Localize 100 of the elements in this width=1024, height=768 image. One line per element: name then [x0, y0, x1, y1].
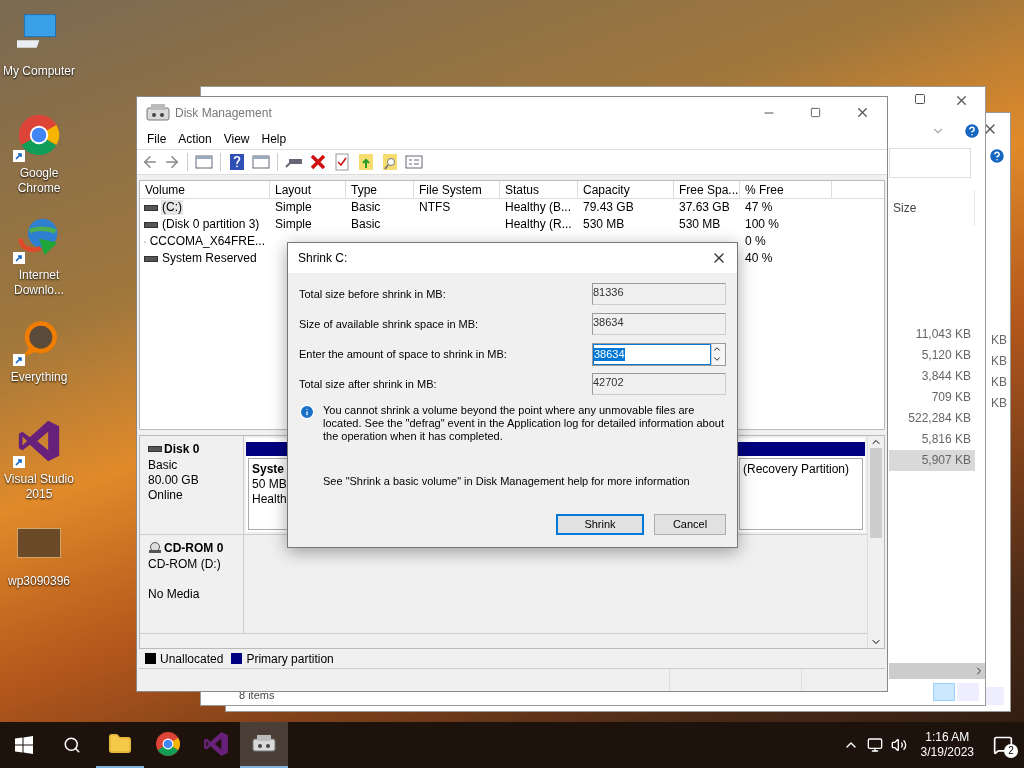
column-header[interactable]: Volume — [140, 181, 270, 198]
folder-search-icon[interactable] — [380, 153, 400, 171]
desktop-icon-label[interactable]: Google Chrome — [0, 166, 78, 196]
desktop-icon-label[interactable]: wp3090396 — [7, 574, 71, 589]
disk-drive-icon — [148, 446, 162, 452]
file-size: KB — [991, 395, 1007, 412]
menu-item[interactable]: View — [217, 129, 256, 148]
file-size: 5,907 KB — [889, 450, 975, 471]
start-icon[interactable] — [15, 736, 33, 754]
partition-block[interactable]: (Recovery Partition) — [739, 458, 863, 530]
field-label: Total size after shrink in MB: — [299, 376, 437, 392]
delete-icon[interactable] — [308, 153, 328, 171]
file-size: 709 KB — [930, 389, 972, 406]
table-cell: Simple — [274, 200, 313, 215]
menu-item[interactable]: Help — [255, 129, 293, 148]
help-icon[interactable] — [227, 153, 247, 171]
chrome-icon — [17, 113, 61, 157]
legend-label: Unallocated — [160, 650, 224, 668]
file-size: KB — [991, 353, 1007, 370]
help-icon[interactable] — [963, 122, 981, 140]
close-icon[interactable] — [855, 105, 870, 120]
photo-placeholder — [17, 528, 61, 558]
network-icon[interactable] — [866, 737, 883, 753]
notification-count: 2 — [1004, 744, 1018, 758]
legend-label: Primary partition — [246, 650, 334, 668]
volume-icon[interactable] — [890, 737, 907, 753]
partition-name: Syste — [252, 462, 286, 477]
back-icon[interactable] — [141, 153, 159, 171]
forward-icon[interactable] — [163, 153, 181, 171]
table-cell: 530 MB — [582, 217, 626, 232]
table-cell: Healthy (B... — [504, 200, 573, 215]
disk-drive-icon[interactable] — [251, 733, 277, 755]
disk-status: No Media — [148, 587, 201, 602]
close-icon[interactable] — [954, 93, 969, 108]
desktop-icon-label[interactable]: Internet Downlo... — [0, 268, 78, 298]
scroll-thumb[interactable] — [870, 448, 882, 538]
table-cell: Simple — [274, 217, 313, 232]
column-header[interactable]: Layout — [270, 181, 346, 198]
disk-drive-icon — [144, 204, 158, 211]
desktop-icon-label[interactable]: Everything — [10, 370, 68, 385]
disk-type: CD-ROM (D:) — [148, 557, 222, 572]
file-size: KB — [991, 332, 1007, 349]
taskbar-app[interactable] — [240, 722, 288, 768]
column-header[interactable]: Free Spa... — [674, 181, 740, 198]
menu-item[interactable]: Action — [172, 129, 218, 148]
chrome-icon — [155, 731, 181, 757]
info-icon — [299, 404, 315, 420]
table-cell: 40 % — [744, 251, 774, 266]
drive-entry[interactable]: CCCOMA_X64FRE... — [148, 234, 266, 249]
file-size: 11,043 KB — [914, 326, 972, 343]
spin-field[interactable]: 38634 — [592, 342, 726, 366]
file-size: 3,844 KB — [920, 368, 972, 385]
table-cell: 100 % — [744, 217, 781, 232]
drive-entry[interactable]: (Disk 0 partition 3) — [161, 217, 261, 232]
table-cell: 530 MB — [678, 217, 722, 232]
drive-entry[interactable]: (C:) — [161, 200, 183, 215]
drive-entry[interactable]: System Reserved — [161, 251, 258, 266]
column-header[interactable]: Type — [346, 181, 414, 198]
search-field[interactable] — [889, 148, 971, 178]
disk-drive-icon — [144, 221, 158, 228]
help-icon[interactable] — [988, 147, 1006, 165]
desktop-icon-label[interactable]: My Computer — [3, 64, 75, 79]
readonly-field: 81336 — [592, 283, 726, 305]
disk-status: Online — [148, 488, 184, 503]
dialog-button[interactable]: Cancel — [654, 514, 726, 535]
field-label: Enter the amount of space to shrink in MB: — [299, 346, 507, 362]
disk-label-panel[interactable]: Disk 0 Basic 80.00 GB Online — [140, 436, 244, 534]
file-size: 5,816 KB — [920, 431, 972, 448]
file-size: KB — [991, 374, 1007, 391]
maximize-icon[interactable] — [914, 93, 926, 105]
check-document-icon[interactable] — [332, 153, 352, 171]
disk-drive-icon[interactable] — [145, 101, 171, 124]
maximize-icon[interactable] — [810, 107, 821, 118]
infinity-logo-icon — [203, 731, 229, 757]
column-header[interactable]: Capacity — [578, 181, 674, 198]
clock[interactable]: 1:16 AM 3/19/2023 — [914, 730, 980, 760]
column-header[interactable]: File System — [414, 181, 500, 198]
field-label: Size of available shrink space in MB: — [299, 316, 479, 332]
field-label: Total size before shrink in MB: — [299, 286, 446, 302]
dialog-button[interactable]: Shrink — [556, 514, 644, 535]
disk-name: Disk 0 — [164, 441, 200, 458]
search-icon[interactable] — [63, 736, 81, 754]
menu-item[interactable]: File — [141, 129, 173, 148]
table-cell: NTFS — [418, 200, 452, 215]
folder-up-icon[interactable] — [356, 153, 376, 171]
dialog-title: Shrink C: — [298, 250, 348, 267]
file-size: 5,120 KB — [920, 347, 972, 364]
table-cell: 37.63 GB — [678, 200, 731, 215]
column-header[interactable]: % Free — [740, 181, 832, 198]
file-size: 522,284 KB — [907, 410, 972, 427]
table-cell: 79.43 GB — [582, 200, 635, 215]
table-cell: 47 % — [744, 200, 774, 215]
partition-detail: (Recovery Partition) — [743, 462, 851, 477]
window-title: Disk Management — [175, 104, 272, 122]
column-header[interactable]: Size — [889, 199, 917, 217]
disk-drive-icon — [144, 255, 158, 262]
disk-label-panel[interactable]: CD-ROM 0 CD-ROM (D:) No Media — [140, 535, 244, 633]
table-cell: 0 % — [744, 234, 767, 249]
column-header[interactable]: Status — [500, 181, 578, 198]
disk-type: Basic — [148, 458, 179, 473]
